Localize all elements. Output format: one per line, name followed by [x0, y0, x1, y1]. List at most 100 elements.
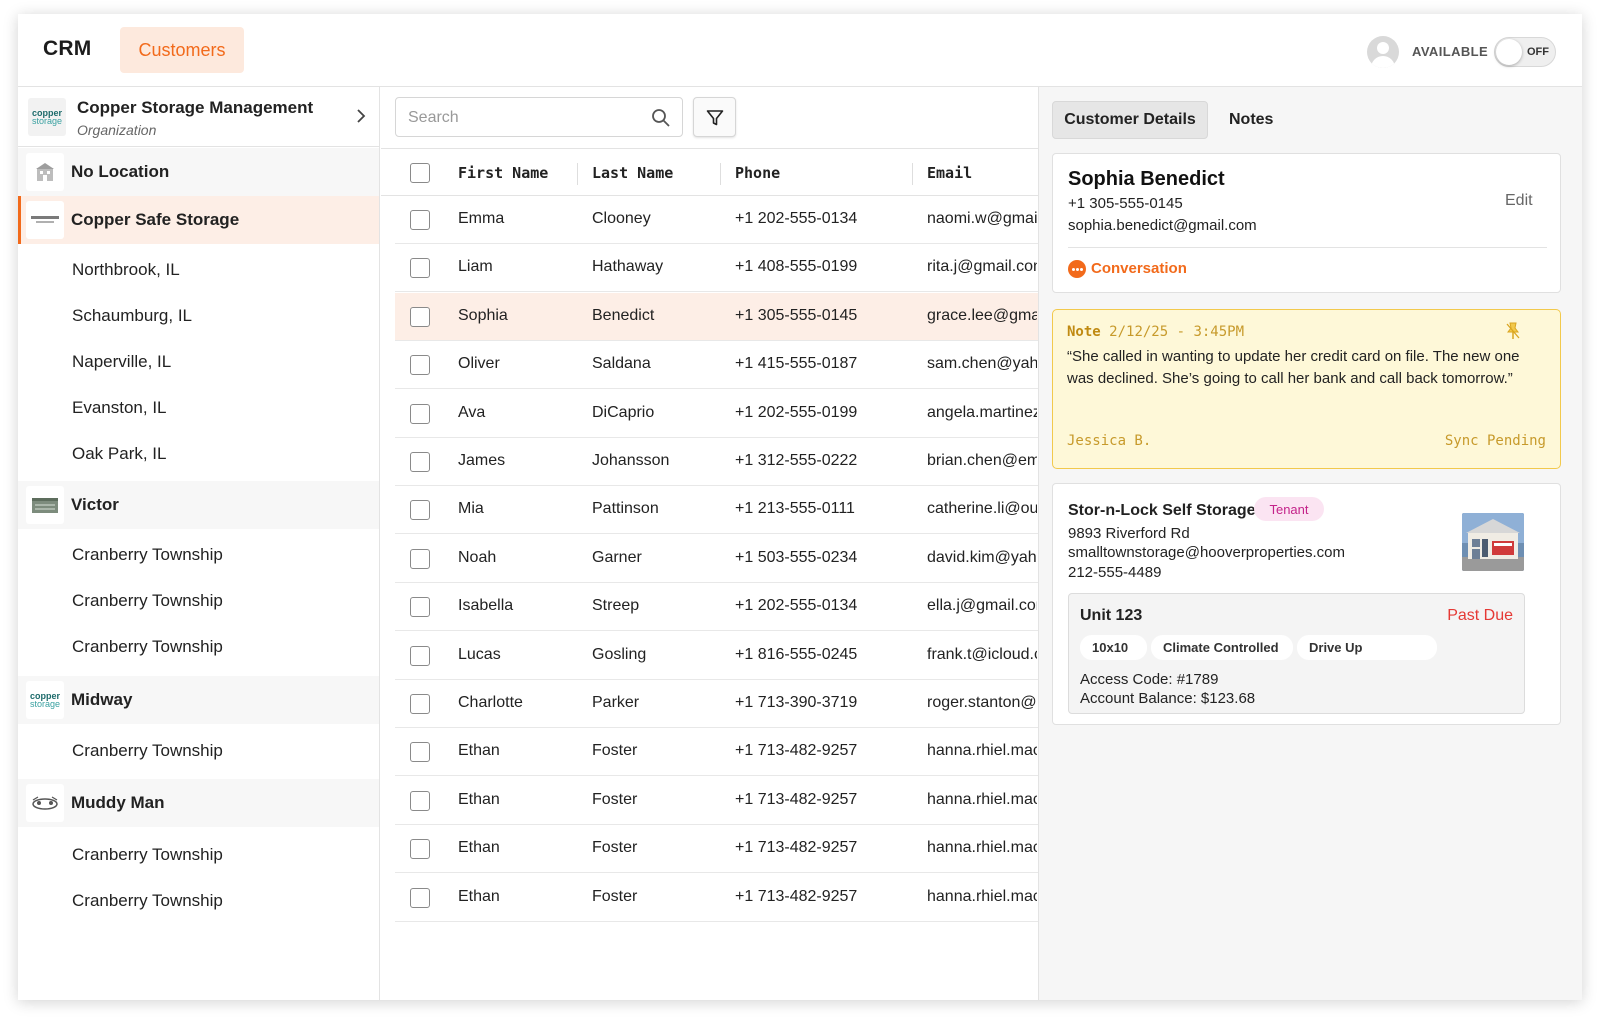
column-header-last-name[interactable]: Last Name	[592, 164, 673, 182]
cell-first-name: Sophia	[458, 306, 508, 324]
sidebar-item-location[interactable]: Cranberry Township	[72, 545, 223, 565]
sidebar-item-location[interactable]: Cranberry Township	[72, 891, 223, 911]
sidebar-group-midway[interactable]: copper storage Midway	[18, 676, 379, 724]
row-checkbox[interactable]	[410, 742, 430, 763]
cell-phone: +1 503-555-0234	[735, 548, 858, 566]
column-header-email[interactable]: Email	[927, 164, 972, 182]
sidebar-item-location[interactable]: Northbrook, IL	[72, 260, 180, 280]
tab-notes[interactable]: Notes	[1229, 111, 1273, 129]
filter-button[interactable]	[693, 97, 736, 137]
cell-phone: +1 213-555-0111	[735, 500, 855, 518]
customer-details-panel: Customer Details Notes Sophia Benedict +…	[1038, 87, 1582, 1000]
select-all-checkbox[interactable]	[410, 163, 430, 183]
row-checkbox[interactable]	[410, 548, 430, 569]
unit-card[interactable]: Unit 123 Past Due 10x10 Climate Controll…	[1068, 593, 1525, 714]
table-row[interactable]: Ethan Foster +1 713-482-9257 hanna.rhiel.ma…	[395, 728, 1038, 777]
row-checkbox[interactable]	[410, 597, 430, 618]
toggle-knob	[1496, 39, 1522, 65]
table-row[interactable]: Noah Garner +1 503-555-0234 david.kim@yahoo…	[395, 534, 1038, 583]
sidebar-item-location[interactable]: Evanston, IL	[72, 398, 167, 418]
organization-selector[interactable]: copper storage Copper Storage Management …	[18, 87, 379, 147]
table-row[interactable]: James Johansson +1 312-555-0222 brian.chen@…	[395, 438, 1038, 486]
sidebar-item-location[interactable]: Cranberry Township	[72, 591, 223, 611]
sidebar-item-location[interactable]: Cranberry Township	[72, 741, 223, 761]
cell-email: grace.lee@gmail.com	[927, 306, 1037, 324]
table-row[interactable]: Ethan Foster +1 713-482-9257 hanna.rhiel.ma…	[395, 873, 1038, 922]
cell-last-name: Parker	[592, 694, 640, 711]
cell-email: hanna.rhiel.mac@gmail.com	[927, 790, 1037, 808]
row-checkbox[interactable]	[410, 500, 430, 521]
cell-last-name: Foster	[592, 839, 638, 857]
row-checkbox[interactable]	[410, 258, 430, 279]
availability-toggle[interactable]: OFF	[1494, 37, 1556, 67]
search-box[interactable]	[395, 97, 683, 137]
customer-name: Sophia Benedict	[1068, 168, 1225, 190]
table-row[interactable]: Lucas Gosling +1 816-555-0245 frank.t@iclou…	[395, 631, 1038, 680]
row-checkbox[interactable]	[410, 452, 430, 472]
muddy-man-logo-icon	[26, 784, 64, 822]
sidebar-group-copper-safe-storage[interactable]: Copper Safe Storage	[18, 196, 379, 244]
table-row[interactable]: Ethan Foster +1 713-482-9257 hanna.rhiel.ma…	[395, 776, 1038, 825]
table-row[interactable]: Mia Pattinson +1 213-555-0111 catherine.li@…	[395, 486, 1038, 535]
sidebar-item-location[interactable]: Oak Park, IL	[72, 444, 166, 464]
row-checkbox[interactable]	[410, 790, 430, 811]
cell-first-name: Ava	[458, 403, 486, 421]
note-author: Jessica B.	[1067, 433, 1152, 449]
edit-button[interactable]: Edit	[1505, 192, 1533, 210]
sidebar-group-label: Muddy Man	[71, 793, 165, 812]
tab-customers[interactable]: Customers	[120, 27, 244, 73]
column-header-phone[interactable]: Phone	[735, 164, 780, 182]
unit-name: Unit 123	[1080, 607, 1143, 624]
row-checkbox[interactable]	[410, 355, 430, 376]
column-header-first-name[interactable]: First Name	[458, 164, 548, 182]
pin-icon[interactable]	[1505, 322, 1521, 340]
sidebar-group-muddy-man[interactable]: Muddy Man	[18, 779, 379, 827]
note-card: Note 2/12/25 - 3:45PM “She called in wan…	[1052, 309, 1561, 469]
row-checkbox[interactable]	[410, 306, 430, 327]
table-row[interactable]: Liam Hathaway +1 408-555-0199 rita.j@gmail.…	[395, 244, 1038, 293]
cell-last-name: Streep	[592, 597, 640, 615]
tab-customer-details[interactable]: Customer Details	[1052, 101, 1208, 139]
cell-email: hanna.rhiel.mac@gmail.com	[927, 742, 1037, 760]
row-checkbox[interactable]	[410, 210, 430, 230]
sidebar-item-location[interactable]: Schaumburg, IL	[72, 306, 192, 326]
table-row[interactable]: Emma Clooney +1 202-555-0134 naomi.w@gmail.…	[395, 196, 1038, 244]
cell-email: catherine.li@outlook.com	[927, 500, 1037, 518]
row-checkbox[interactable]	[410, 694, 430, 714]
cell-phone: +1 305-555-0145	[735, 306, 858, 324]
table-row[interactable]: Isabella Streep +1 202-555-0134 ella.j@gmai…	[395, 583, 1038, 632]
sidebar-group-victor[interactable]: Victor	[18, 481, 379, 529]
sidebar-group-label: Copper Safe Storage	[71, 210, 240, 229]
sidebar-item-location[interactable]: Cranberry Township	[72, 637, 223, 657]
conversation-link[interactable]: Conversation	[1091, 260, 1187, 277]
table-row[interactable]: Charlotte Parker +1 713-390-3719 roger.stan…	[395, 680, 1038, 728]
user-avatar-icon[interactable]	[1367, 36, 1399, 68]
sidebar-item-location[interactable]: Cranberry Township	[72, 845, 223, 865]
table-row[interactable]: Oliver Saldana +1 415-555-0187 sam.chen@yah…	[395, 341, 1038, 390]
building-icon	[26, 153, 64, 191]
sidebar-item-location[interactable]: Naperville, IL	[72, 352, 171, 372]
availability-label: AVAILABLE	[1412, 44, 1489, 59]
cell-email: angela.martinez@gmail.com	[927, 403, 1037, 421]
sidebar-group-no-location[interactable]: No Location	[18, 148, 379, 196]
cell-phone: +1 312-555-0222	[735, 452, 858, 469]
cell-last-name: Gosling	[592, 645, 647, 663]
cell-first-name: Ethan	[458, 839, 500, 857]
search-input[interactable]	[408, 107, 638, 129]
divider	[1068, 247, 1547, 248]
chat-bubble-icon[interactable]	[1068, 260, 1086, 278]
search-icon[interactable]	[651, 108, 671, 128]
cell-phone: +1 816-555-0245	[735, 645, 858, 663]
table-row[interactable]: Sophia Benedict +1 305-555-0145 grace.lee@g…	[395, 292, 1038, 341]
row-checkbox[interactable]	[410, 839, 430, 860]
table-row[interactable]: Ethan Foster +1 713-482-9257 hanna.rhiel.ma…	[395, 825, 1038, 874]
row-checkbox[interactable]	[410, 403, 430, 424]
customer-phone: +1 305-555-0145	[1068, 195, 1183, 212]
property-phone: 212-555-4489	[1068, 564, 1162, 581]
app-brand: CRM	[43, 37, 92, 60]
note-sync-status: Sync Pending	[1444, 433, 1546, 449]
cell-first-name: Charlotte	[458, 694, 523, 711]
row-checkbox[interactable]	[410, 887, 430, 908]
row-checkbox[interactable]	[410, 645, 430, 666]
table-row[interactable]: Ava DiCaprio +1 202-555-0199 angela.martine…	[395, 389, 1038, 438]
